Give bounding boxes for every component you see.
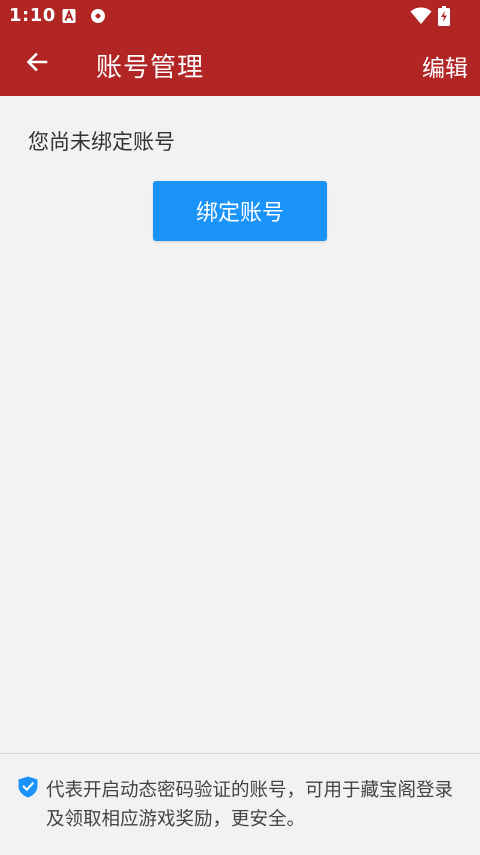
back-button[interactable] <box>14 41 60 87</box>
app-header: 1:10 账号管理 编辑 <box>0 0 480 96</box>
wifi-icon <box>410 7 432 29</box>
toolbar: 账号管理 编辑 <box>0 33 480 96</box>
footer-note-text: 代表开启动态密码验证的账号，可用于藏宝阁登录及领取相应游戏奖励，更安全。 <box>46 780 454 830</box>
edit-button[interactable]: 编辑 <box>422 49 468 83</box>
shield-check-icon <box>18 776 38 802</box>
footer-note: 代表开启动态密码验证的账号，可用于藏宝阁登录及领取相应游戏奖励，更安全。 <box>0 753 480 855</box>
battery-charging-icon <box>438 6 450 30</box>
unbound-status-text: 您尚未绑定账号 <box>28 130 175 154</box>
status-time: 1:10 <box>9 5 56 26</box>
status-bar: 1:10 <box>0 0 480 33</box>
font-a-icon <box>62 8 76 28</box>
arrow-left-icon <box>25 50 49 78</box>
page-title: 账号管理 <box>96 53 205 83</box>
circle-badge-icon <box>90 8 106 28</box>
bind-account-button[interactable]: 绑定账号 <box>153 181 327 241</box>
